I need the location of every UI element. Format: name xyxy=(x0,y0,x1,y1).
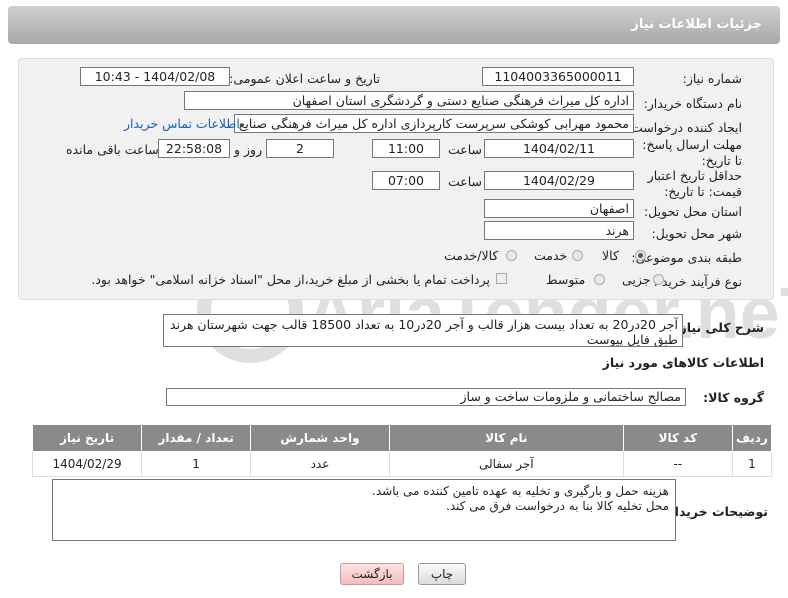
col-row: ردیف xyxy=(731,424,773,452)
cell-date: 1404/02/29 xyxy=(31,451,143,477)
cell-code: -- xyxy=(622,451,733,477)
need-number-label: شماره نیاز: xyxy=(682,71,742,86)
province-label: استان محل تحویل: xyxy=(643,204,742,219)
goods-group-label: گروه کالا: xyxy=(703,390,764,405)
table-row[interactable]: 1 -- آجر سفالی عدد 1 1404/02/29 xyxy=(31,451,773,477)
creator-field[interactable]: محمود مهرابی کوشکی سرپرست کارپردازی ادار… xyxy=(234,114,634,133)
treasury-payment-note: پرداخت تمام یا بخشی از مبلغ خرید،از محل … xyxy=(91,272,490,287)
col-name: نام کالا xyxy=(388,424,624,452)
process-radio-medium[interactable] xyxy=(594,274,605,285)
city-label: شهر محل تحویل: xyxy=(651,226,742,241)
goods-section-title: اطلاعات کالاهای مورد نیاز xyxy=(602,355,764,370)
buyer-field[interactable]: اداره کل میراث فرهنگی صنایع دستی و گردشگ… xyxy=(184,91,634,110)
province-field[interactable]: اصفهان xyxy=(484,199,634,218)
process-option-medium: متوسط xyxy=(546,272,586,287)
announce-field[interactable]: 1404/02/08 - 10:43 xyxy=(80,67,230,86)
description-label: شرح کلی نیاز: xyxy=(674,320,764,335)
items-table: ردیف کد کالا نام کالا واحد شمارش تعداد /… xyxy=(31,424,773,477)
details-title-bar: جزئیات اطلاعات نیاز xyxy=(8,6,780,44)
remaining-time-field[interactable]: 22:58:08 xyxy=(158,139,230,158)
buyer-notes-line-1: هزینه حمل و بارگیری و تخلیه به عهده تامی… xyxy=(372,484,669,498)
print-button[interactable]: چاپ xyxy=(418,563,466,585)
process-option-minor: جزیی xyxy=(622,272,651,287)
goods-group-field[interactable]: مصالح ساختمانی و ملزومات ساخت و ساز xyxy=(166,388,686,406)
category-option-goods: کالا xyxy=(602,248,619,263)
treasury-checkbox[interactable] xyxy=(496,273,507,284)
validity-label: حداقل تاریخ اعتبار قیمت: تا تاریخ: xyxy=(647,168,742,199)
validity-time-field[interactable]: 07:00 xyxy=(372,171,440,190)
buyer-label: نام دستگاه خریدار: xyxy=(643,96,742,111)
description-field[interactable]: آجر 20در20 به تعداد بیست هزار قالب و آجر… xyxy=(163,314,683,347)
items-table-header: ردیف کد کالا نام کالا واحد شمارش تعداد /… xyxy=(31,424,773,452)
remaining-label: ساعت باقی مانده xyxy=(66,142,159,157)
buyer-contact-link[interactable]: اطلاعات تماس خریدار xyxy=(124,116,240,131)
creator-label: ایجاد کننده درخواست: xyxy=(626,120,742,135)
category-radio-both[interactable] xyxy=(506,250,517,261)
validity-date-field[interactable]: 1404/02/29 xyxy=(484,171,634,190)
days-field[interactable]: 2 xyxy=(266,139,334,158)
items-table-wrapper: ردیف کد کالا نام کالا واحد شمارش تعداد /… xyxy=(31,424,773,477)
cell-row: 1 xyxy=(731,451,773,477)
validity-time-label: ساعت xyxy=(448,174,483,189)
cell-unit: عدد xyxy=(250,451,390,477)
reply-time-field[interactable]: 11:00 xyxy=(372,139,440,158)
page-title: جزئیات اطلاعات نیاز xyxy=(631,17,762,32)
col-qty: تعداد / مقدار xyxy=(141,424,252,452)
city-field[interactable]: هرند xyxy=(484,221,634,240)
buyer-notes-line-2: محل تخلیه کالا بنا به درخواست فرق می کند… xyxy=(446,499,669,513)
category-radio-service[interactable] xyxy=(572,250,583,261)
reply-deadline-label: مهلت ارسال پاسخ: تا تاریخ: xyxy=(642,137,742,168)
cell-qty: 1 xyxy=(141,451,252,477)
col-unit: واحد شمارش xyxy=(250,424,390,452)
days-label: روز و xyxy=(234,142,263,157)
col-code: کد کالا xyxy=(622,424,733,452)
category-label: طبقه بندی موضوعی: xyxy=(631,250,742,265)
need-number-field[interactable]: 1104003365000011 xyxy=(482,67,634,86)
announce-label: تاریخ و ساعت اعلان عمومی: xyxy=(229,71,380,86)
back-button[interactable]: بازگشت xyxy=(340,563,404,585)
category-option-both: کالا/خدمت xyxy=(444,248,499,263)
process-radio-minor[interactable] xyxy=(653,274,664,285)
category-radio-goods[interactable] xyxy=(635,250,646,261)
buyer-notes-field[interactable]: هزینه حمل و بارگیری و تخلیه به عهده تامی… xyxy=(52,479,676,541)
col-date: تاریخ نیاز xyxy=(31,424,143,452)
reply-date-field[interactable]: 1404/02/11 xyxy=(484,139,634,158)
category-option-service: خدمت xyxy=(534,248,568,263)
process-label: نوع فرآیند خرید : xyxy=(653,274,742,289)
buyer-notes-label: توضیحات خریدار: xyxy=(662,504,768,519)
cell-name: آجر سفالی xyxy=(388,451,624,477)
reply-time-label: ساعت xyxy=(448,142,483,157)
